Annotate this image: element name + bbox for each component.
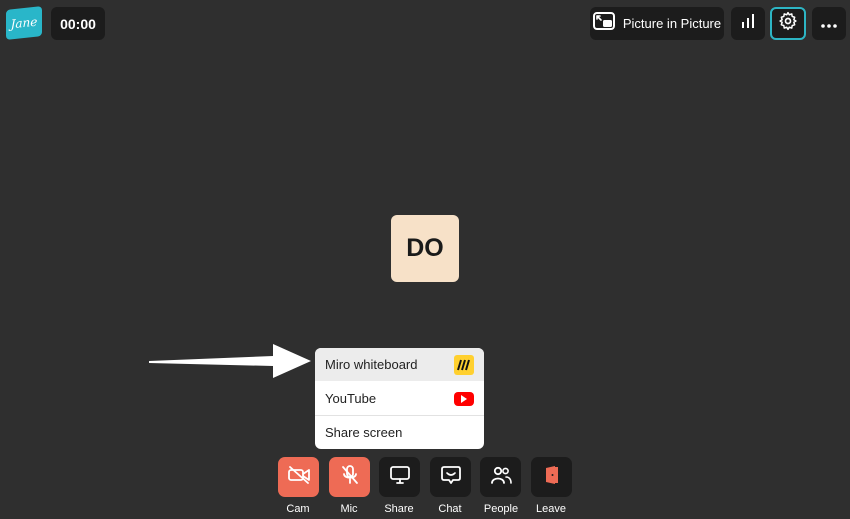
camera-off-icon	[287, 465, 310, 489]
mic-off-icon	[341, 464, 359, 490]
stats-button[interactable]	[731, 7, 765, 40]
app-logo: Jane	[6, 6, 42, 40]
miro-icon	[454, 354, 474, 375]
chat-icon	[440, 465, 461, 490]
settings-button[interactable]	[770, 7, 806, 40]
participant-avatar: DO	[391, 215, 459, 282]
share-menu: Miro whiteboard YouTube Share screen	[315, 348, 484, 449]
share-menu-item-label: Share screen	[325, 425, 403, 440]
leave-button[interactable]	[531, 457, 572, 497]
share-menu-item-youtube[interactable]: YouTube	[315, 382, 484, 415]
more-options-button[interactable]	[812, 7, 846, 40]
picture-in-picture-label: Picture in Picture	[622, 16, 722, 31]
monitor-icon	[389, 465, 410, 489]
share-menu-item-label: YouTube	[325, 391, 377, 406]
picture-in-picture-icon	[592, 12, 615, 35]
share-button[interactable]	[379, 457, 420, 497]
chat-button[interactable]	[430, 457, 471, 497]
mic-button[interactable]	[329, 457, 370, 497]
share-menu-item-label: Miro whiteboard	[325, 357, 418, 372]
leave-label: Leave	[536, 503, 566, 515]
people-button[interactable]	[480, 457, 521, 497]
logo-text: Jane	[10, 14, 38, 32]
gear-icon	[778, 11, 798, 36]
annotation-arrow	[149, 344, 311, 378]
leave-door-icon	[545, 465, 559, 490]
youtube-icon	[454, 391, 474, 406]
cam-button[interactable]	[278, 457, 319, 497]
more-horizontal-icon	[821, 15, 837, 33]
picture-in-picture-button[interactable]: Picture in Picture	[590, 7, 724, 40]
people-icon	[490, 466, 512, 489]
share-menu-item-screen[interactable]: Share screen	[315, 416, 484, 449]
share-menu-item-miro[interactable]: Miro whiteboard	[315, 348, 484, 381]
bar-chart-icon	[740, 13, 756, 34]
call-timer: 00:00	[51, 7, 105, 40]
